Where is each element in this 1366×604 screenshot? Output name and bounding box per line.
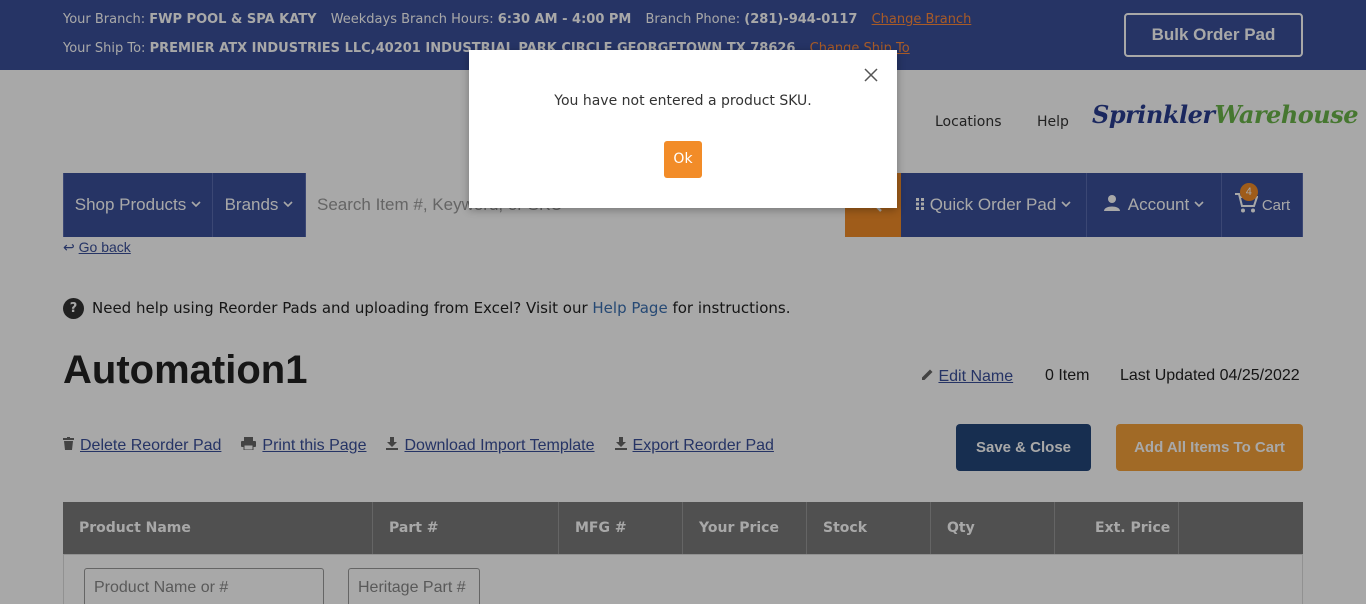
close-icon[interactable] bbox=[863, 67, 879, 83]
ok-button[interactable]: Ok bbox=[664, 141, 702, 178]
dialog-message: You have not entered a product SKU. bbox=[554, 93, 812, 109]
alert-dialog: You have not entered a product SKU. Ok bbox=[469, 50, 897, 208]
